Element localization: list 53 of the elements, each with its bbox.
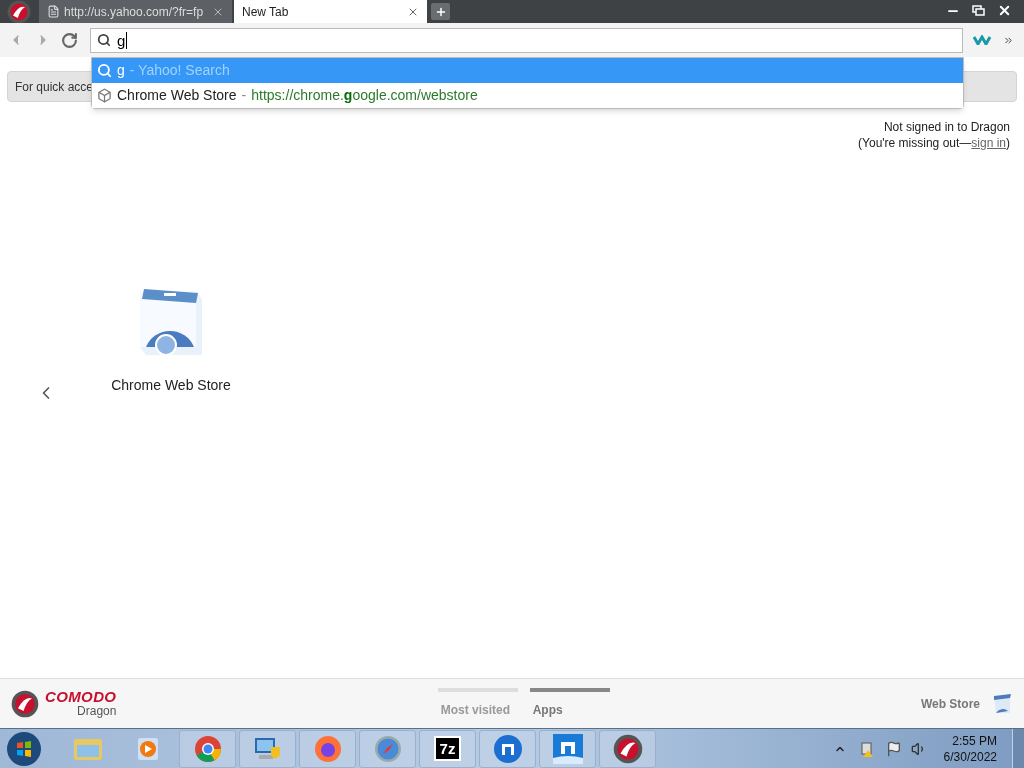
address-field[interactable]: g: [90, 27, 963, 53]
new-tab-button[interactable]: [431, 3, 450, 20]
maxthon-icon[interactable]: [552, 733, 583, 764]
sevenzip-icon[interactable]: 7z: [433, 736, 462, 761]
browser-tab[interactable]: http://us.yahoo.com/?fr=fp: [39, 0, 232, 23]
suggestion-separator: -: [241, 86, 247, 105]
close-icon[interactable]: [997, 3, 1012, 18]
dragon-logo-icon: [11, 689, 39, 718]
suggestion-description: - Yahoo! Search: [129, 61, 230, 80]
taskbar-button[interactable]: 7z: [419, 729, 476, 768]
taskbar-button[interactable]: [479, 729, 536, 768]
chrome-icon[interactable]: [193, 734, 222, 763]
app-name: Chrome Web Store: [111, 376, 231, 395]
dragon-icon: [612, 733, 643, 764]
suggestion-title: Chrome Web Store: [117, 86, 237, 105]
clock-date: 6/30/2022: [943, 748, 997, 765]
reload-icon[interactable]: [61, 31, 78, 49]
signin-link[interactable]: sign in: [971, 135, 1006, 151]
restore-icon[interactable]: [972, 5, 985, 16]
page-icon: [47, 5, 60, 18]
taskbar-button[interactable]: [599, 729, 656, 768]
taskbar-button[interactable]: [539, 729, 596, 768]
network-warning-icon[interactable]: [858, 740, 875, 757]
suggestion-url: https://chrome.google.com/webstore: [251, 86, 478, 105]
wave-extension-icon[interactable]: [973, 35, 993, 45]
taskbar-button[interactable]: [299, 729, 356, 768]
firefox-icon[interactable]: [313, 734, 342, 763]
browser-tab[interactable]: New Tab: [234, 0, 427, 23]
plus-icon: [434, 5, 447, 18]
flag-icon[interactable]: [885, 740, 902, 757]
brand-name: COMODO: [45, 689, 117, 704]
search-icon: [97, 63, 112, 78]
search-icon: [97, 33, 111, 47]
cube-icon: [97, 88, 112, 103]
tab-title: New Tab: [242, 3, 290, 21]
clock-time: 2:55 PM: [952, 732, 997, 749]
shopping-bag-icon[interactable]: [992, 692, 1012, 715]
show-desktop-button[interactable]: [1012, 729, 1024, 768]
maxthon-icon[interactable]: [492, 733, 523, 764]
suggestion-query: g: [117, 61, 125, 80]
web-store-link[interactable]: Web Store: [820, 694, 980, 713]
tab-title: http://us.yahoo.com/?fr=fp: [64, 3, 205, 21]
signin-hint-end: ): [1006, 135, 1010, 151]
compass-icon[interactable]: [373, 734, 402, 763]
signin-status: Not signed in to Dragon: [883, 119, 1010, 135]
suggestion-item[interactable]: Chrome Web Store - https://chrome.google.com/webstore: [92, 83, 963, 108]
address-text: g: [117, 31, 128, 49]
start-icon[interactable]: [6, 730, 42, 767]
signin-hint: (You're missing out—: [858, 135, 972, 151]
footer-tab[interactable]: Apps: [529, 688, 610, 719]
taskbar-button[interactable]: [239, 729, 296, 768]
app-tile[interactable]: Chrome Web Store: [96, 285, 246, 396]
product-name: Dragon: [77, 703, 117, 718]
